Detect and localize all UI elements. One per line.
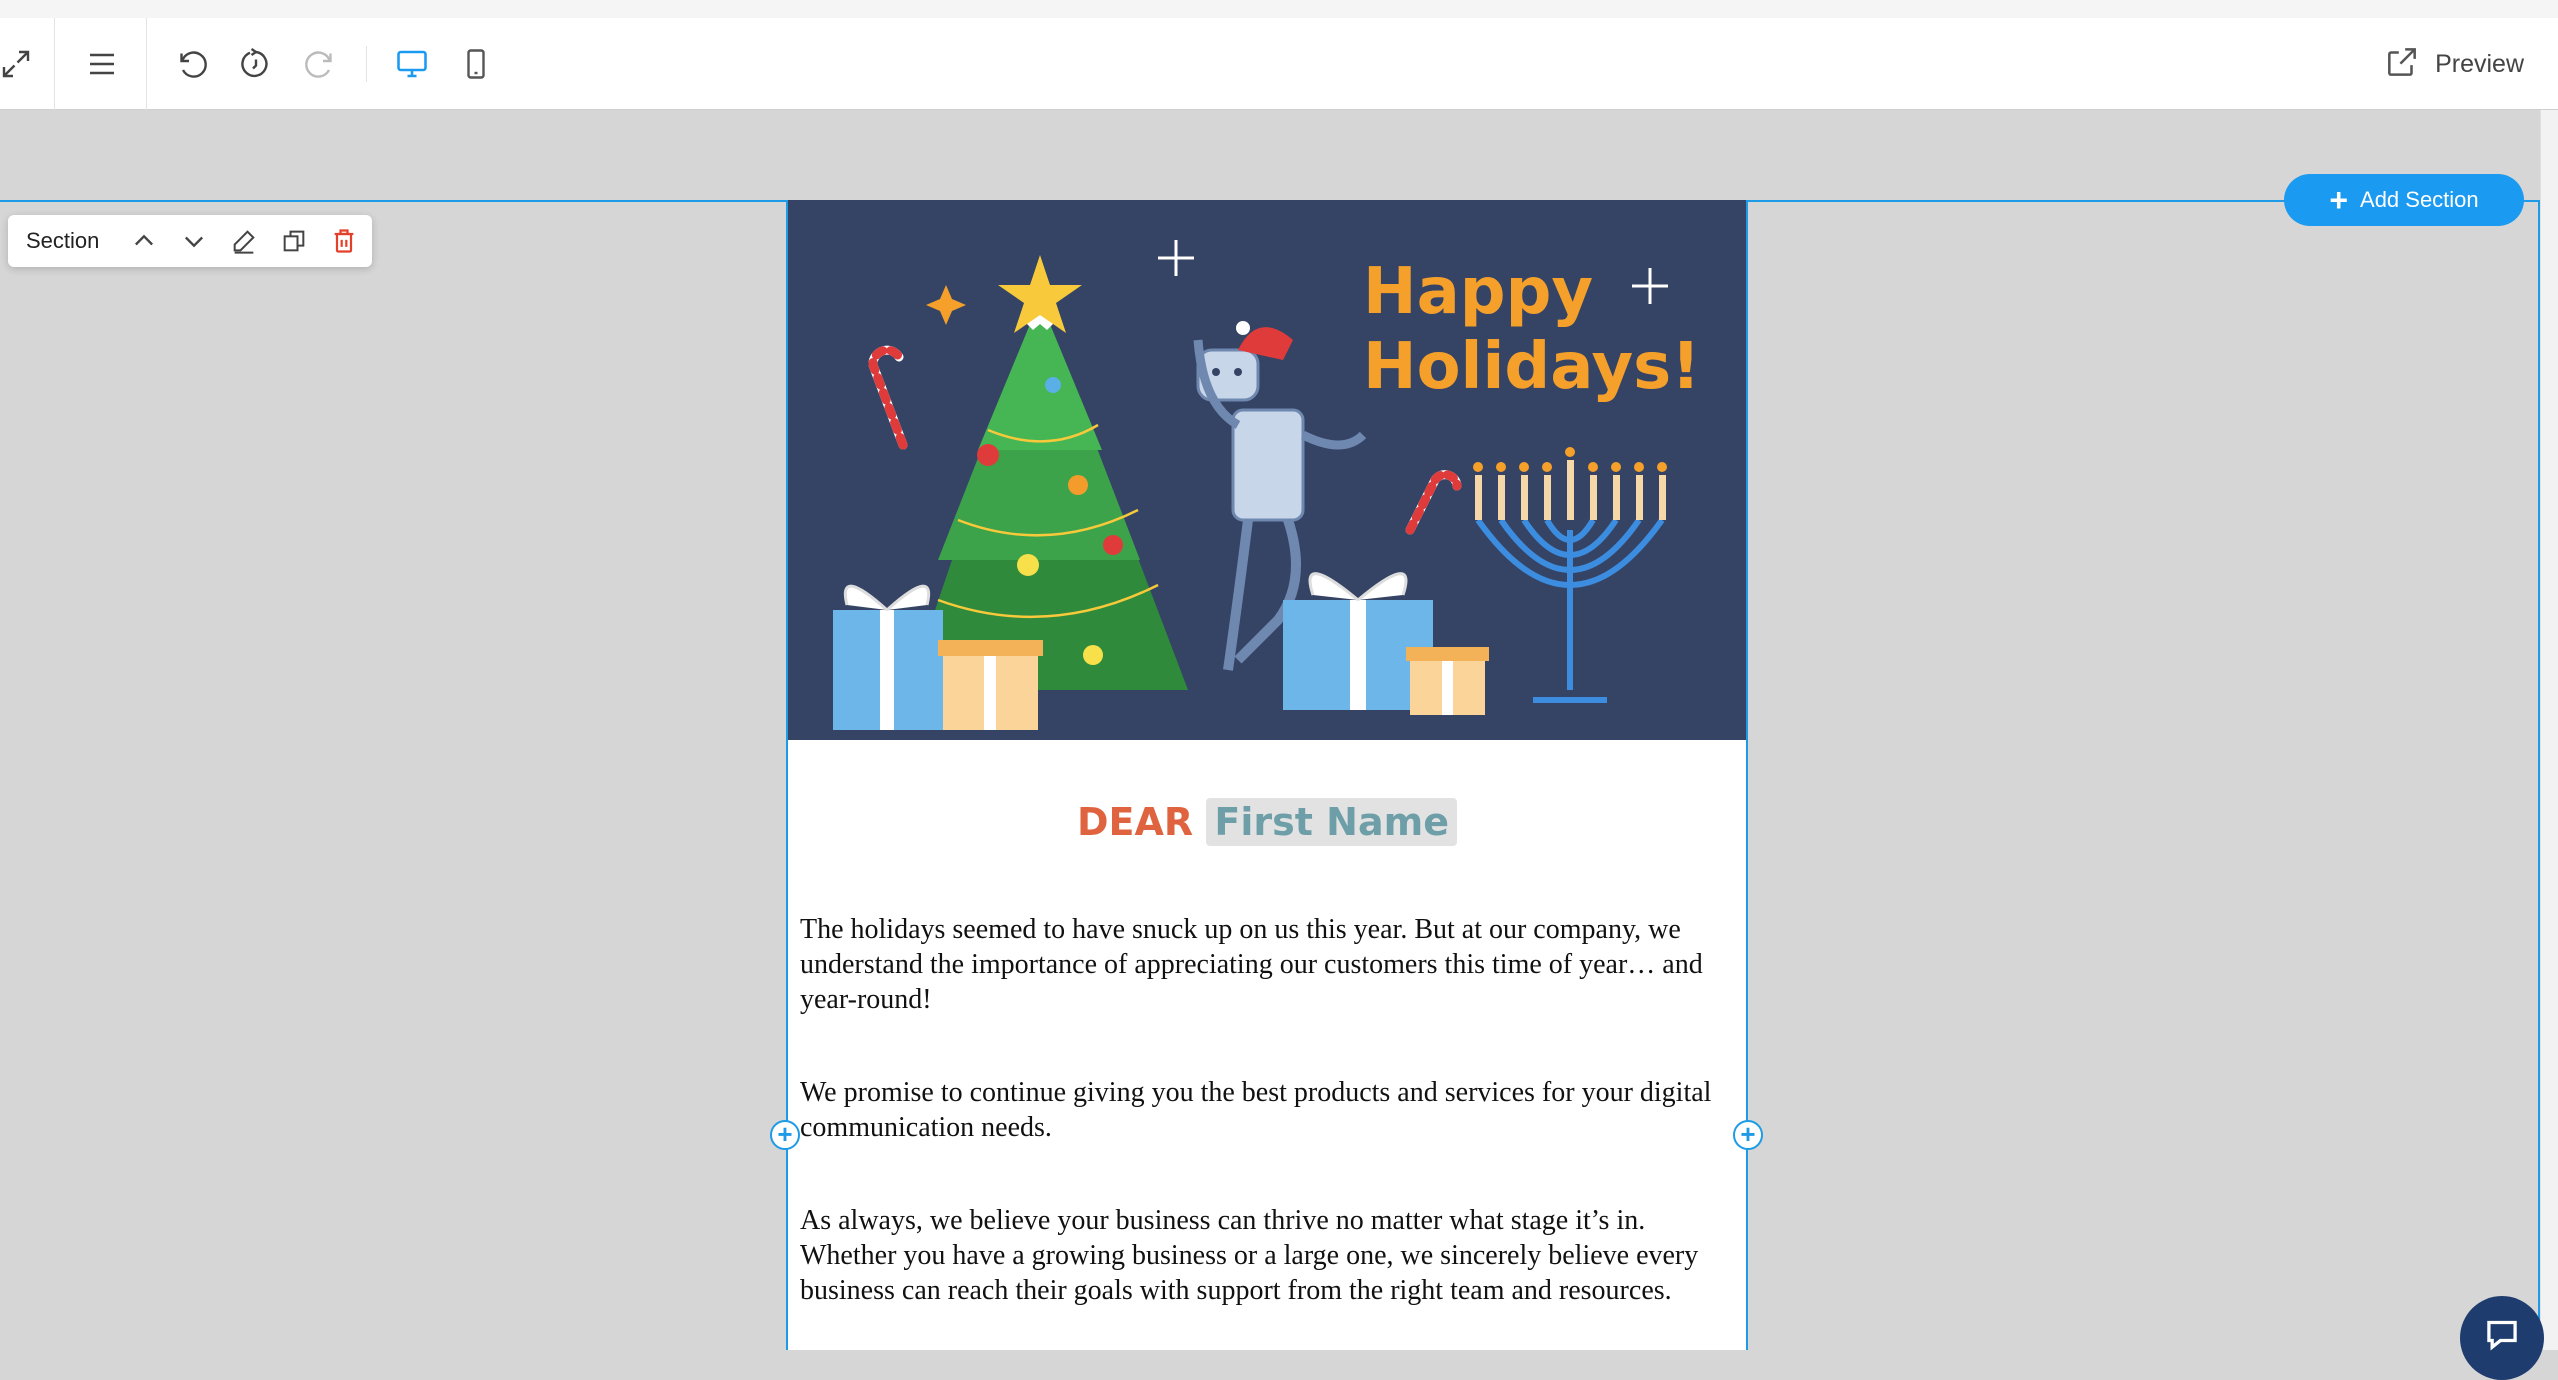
body-paragraph[interactable]: As always, we believe your business can … <box>800 1203 1736 1308</box>
toolbar-divider <box>146 18 147 110</box>
preview-button[interactable]: Preview <box>2383 42 2524 86</box>
preview-label: Preview <box>2435 49 2524 78</box>
plus-icon: + <box>2329 182 2349 218</box>
holiday-hero-banner: Happy Holidays! <box>788 200 1746 740</box>
merge-tag-first-name[interactable]: First Name <box>1206 798 1457 846</box>
chevron-up-icon[interactable] <box>119 219 169 263</box>
chevron-down-icon[interactable] <box>169 219 219 263</box>
support-chat-button[interactable] <box>2460 1296 2544 1380</box>
hero-title-line1: Happy <box>1363 255 1594 329</box>
add-section-button[interactable]: + Add Section <box>2284 174 2524 226</box>
section-label: Section <box>26 228 100 253</box>
delete-icon[interactable] <box>319 219 369 263</box>
desktop-icon[interactable] <box>390 42 434 86</box>
add-column-right-handle[interactable]: + <box>1733 1120 1763 1150</box>
external-link-icon <box>2383 43 2421 86</box>
hero-title-line2: Holidays! <box>1363 330 1701 404</box>
body-paragraph[interactable]: We promise to continue giving you the be… <box>800 1075 1736 1145</box>
add-section-label: Add Section <box>2360 187 2479 212</box>
editor-toolbar: Preview <box>0 18 2558 110</box>
menu-icon[interactable] <box>80 42 124 86</box>
chat-icon <box>2487 1320 2517 1351</box>
canvas-scrollbar[interactable] <box>2540 110 2558 1350</box>
greeting-salutation: DEAR <box>1077 800 1194 844</box>
holiday-illustration <box>788 200 1746 740</box>
undo-icon[interactable] <box>170 42 214 86</box>
greeting-heading[interactable]: DEAR First Name <box>788 798 1746 846</box>
expand-icon[interactable] <box>0 42 38 86</box>
edit-icon[interactable] <box>219 219 269 263</box>
history-icon[interactable] <box>234 42 278 86</box>
toolbar-divider <box>366 46 367 82</box>
redo-icon[interactable] <box>298 42 342 86</box>
duplicate-icon[interactable] <box>269 219 319 263</box>
toolbar-divider <box>54 18 55 110</box>
mobile-icon[interactable] <box>454 42 498 86</box>
top-strip <box>0 0 2558 18</box>
body-paragraph[interactable]: The holidays seemed to have snuck up on … <box>800 912 1736 1017</box>
add-column-left-handle[interactable]: + <box>770 1120 800 1150</box>
section-outline-right <box>2538 200 2540 1350</box>
section-toolbar: Section <box>8 215 372 267</box>
email-section[interactable]: Happy Holidays! DEAR First Name The holi… <box>786 200 1748 1350</box>
